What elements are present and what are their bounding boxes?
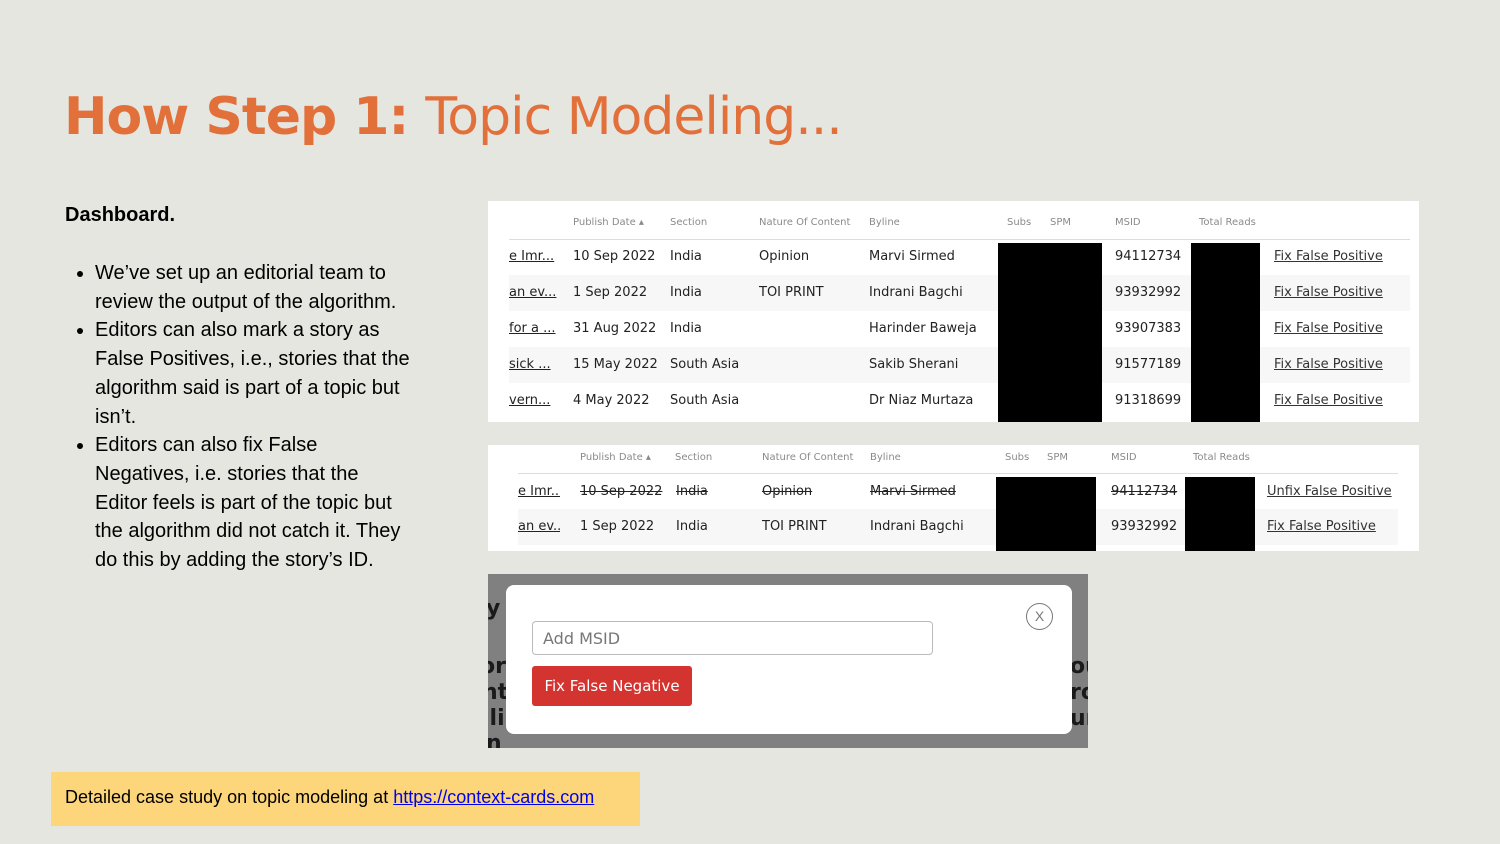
fix-false-negative-button[interactable]: Fix False Negative (532, 666, 692, 706)
msid: 93932992 (1111, 519, 1178, 534)
fix-false-positive-link[interactable]: Fix False Positive (1267, 519, 1376, 534)
section: India (676, 519, 708, 534)
background-text-fragment: ur (1070, 706, 1088, 731)
byline: Indrani Bagchi (869, 285, 963, 300)
byline: Indrani Bagchi (870, 519, 964, 534)
background-text-fragment: n (488, 731, 502, 748)
col-header-msid: MSID (1115, 217, 1141, 228)
section: India (670, 249, 702, 264)
col-header-section: Section (670, 217, 708, 228)
col-header-byline: Byline (870, 452, 901, 463)
title-bold: How Step 1: (64, 87, 409, 147)
case-study-callout: Detailed case study on topic modeling at… (51, 772, 640, 826)
nature-of-content: TOI PRINT (762, 519, 827, 534)
table-row-struck: e Imr... 10 Sep 2022 India Opinion Marvi… (518, 474, 1398, 509)
msid: 93907383 (1115, 321, 1182, 336)
col-header-msid: MSID (1111, 452, 1137, 463)
publish-date: 10 Sep 2022 (573, 249, 656, 264)
byline: Marvi Sirmed (870, 484, 956, 499)
msid: 94112734 (1111, 484, 1178, 499)
slide-title: How Step 1: Topic Modeling... (64, 84, 843, 150)
publish-date: 10 Sep 2022 (580, 484, 663, 499)
left-column: Dashboard. We’ve set up an editorial tea… (65, 201, 415, 575)
background-text-fragment: ili (488, 706, 505, 731)
redacted-total-reads (1191, 243, 1260, 422)
redacted-subs-spm (996, 477, 1096, 551)
col-header-spm: SPM (1050, 217, 1072, 228)
byline: Harinder Baweja (869, 321, 977, 336)
col-header-total-reads: Total Reads (1199, 217, 1256, 228)
col-header-publish-date[interactable]: Publish Date ▴ (580, 452, 651, 463)
msid: 91577189 (1115, 357, 1182, 372)
fix-false-positive-link[interactable]: Fix False Positive (1274, 393, 1383, 408)
msid: 91318699 (1115, 393, 1182, 408)
col-header-subs: Subs (1007, 217, 1032, 228)
add-msid-modal: X Fix False Negative (506, 585, 1072, 734)
byline: Sakib Sherani (869, 357, 959, 372)
nature-of-content: TOI PRINT (759, 285, 824, 300)
section: India (676, 484, 708, 499)
fix-false-positive-link[interactable]: Fix False Positive (1274, 357, 1383, 372)
story-title-link[interactable]: vern... (509, 393, 561, 408)
col-header-byline: Byline (869, 217, 900, 228)
section-heading: Dashboard. (65, 204, 176, 226)
nature-of-content: Opinion (762, 484, 813, 499)
background-text-fragment: ro (1070, 680, 1088, 705)
background-text-fragment: ou (1070, 654, 1088, 679)
callout-label: Detailed case study on topic modeling at (65, 787, 394, 807)
table-row: vern... 4 May 2022 South Asia Dr Niaz Mu… (509, 383, 1410, 419)
table-row: an ev... 1 Sep 2022 India TOI PRINT Indr… (509, 275, 1410, 311)
story-title-link[interactable]: e Imr... (509, 249, 561, 264)
redacted-total-reads (1185, 477, 1255, 551)
byline: Marvi Sirmed (869, 249, 955, 264)
redacted-subs-spm (998, 243, 1102, 422)
bullet-item: We’ve set up an editorial team to review… (95, 259, 415, 316)
nature-of-content: Opinion (759, 249, 810, 264)
section: South Asia (670, 357, 740, 372)
story-title-link[interactable]: sick ... (509, 357, 561, 372)
story-title-link[interactable]: an ev... (509, 285, 561, 300)
case-study-link[interactable]: https://context-cards.com (393, 787, 594, 807)
section: India (670, 321, 702, 336)
story-title-link[interactable]: e Imr... (518, 484, 560, 499)
table-row: e Imr... 10 Sep 2022 India Opinion Marvi… (509, 239, 1410, 275)
col-header-spm: SPM (1047, 452, 1069, 463)
msid-input[interactable] (532, 621, 933, 655)
byline: Dr Niaz Murtaza (869, 393, 974, 408)
table-row: an ev... 1 Sep 2022 India TOI PRINT Indr… (518, 509, 1398, 545)
fix-false-positive-link[interactable]: Fix False Positive (1274, 249, 1383, 264)
col-header-nature: Nature Of Content (762, 452, 854, 463)
msid: 94112734 (1115, 249, 1182, 264)
section: South Asia (670, 393, 740, 408)
callout-text: Detailed case study on topic modeling at… (65, 787, 594, 808)
table-row: sick ... 15 May 2022 South Asia Sakib Sh… (509, 347, 1410, 383)
table-row: for a ... 31 Aug 2022 India Harinder Baw… (509, 311, 1410, 347)
story-title-link[interactable]: an ev... (518, 519, 560, 534)
false-positive-table-screenshot: Publish Date ▴ Section Nature Of Content… (488, 445, 1419, 551)
col-header-publish-date[interactable]: Publish Date ▴ (573, 217, 644, 228)
bullet-list: We’ve set up an editorial team to review… (65, 259, 415, 575)
col-header-nature: Nature Of Content (759, 217, 851, 228)
unfix-false-positive-link[interactable]: Unfix False Positive (1267, 484, 1392, 499)
publish-date: 1 Sep 2022 (573, 285, 648, 300)
publish-date: 31 Aug 2022 (573, 321, 657, 336)
publish-date: 15 May 2022 (573, 357, 658, 372)
story-title-link[interactable]: for a ... (509, 321, 561, 336)
publish-date: 1 Sep 2022 (580, 519, 655, 534)
col-header-section: Section (675, 452, 713, 463)
dashboard-table-screenshot: Publish Date ▴ Section Nature Of Content… (488, 201, 1419, 422)
bullet-item: Editors can also mark a story as False P… (95, 316, 415, 431)
section: India (670, 285, 702, 300)
col-header-total-reads: Total Reads (1193, 452, 1250, 463)
msid: 93932992 (1115, 285, 1182, 300)
fix-false-positive-link[interactable]: Fix False Positive (1274, 321, 1383, 336)
publish-date: 4 May 2022 (573, 393, 650, 408)
col-header-subs: Subs (1005, 452, 1030, 463)
title-light: Topic Modeling... (425, 87, 842, 147)
close-icon[interactable]: X (1026, 603, 1053, 630)
add-msid-modal-screenshot: y ori nt ili n ou ro ur X Fix False Nega… (488, 574, 1088, 748)
fix-false-positive-link[interactable]: Fix False Positive (1274, 285, 1383, 300)
background-text-fragment: y (488, 596, 501, 621)
bullet-item: Editors can also fix False Negatives, i.… (95, 431, 415, 575)
